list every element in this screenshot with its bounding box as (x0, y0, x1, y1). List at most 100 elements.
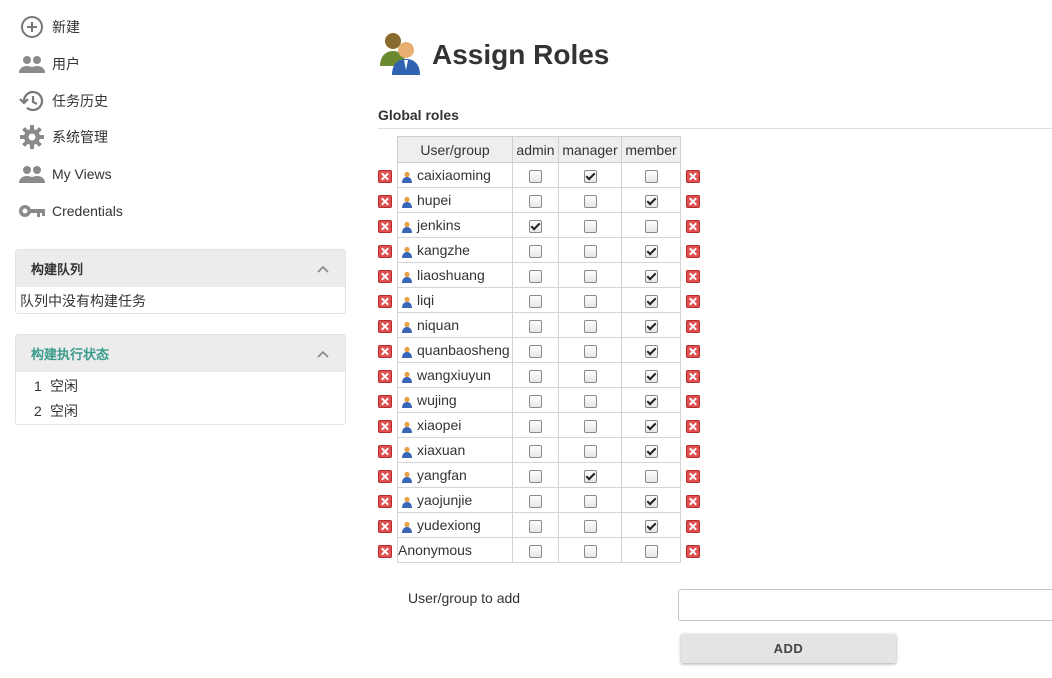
manager-checkbox[interactable] (583, 319, 597, 333)
manager-checkbox[interactable] (583, 294, 597, 308)
admin-checkbox[interactable] (529, 419, 542, 433)
member-checkbox[interactable] (644, 519, 658, 533)
admin-checkbox[interactable] (529, 394, 542, 408)
delete-icon[interactable] (686, 419, 700, 433)
delete-icon[interactable] (378, 544, 392, 558)
add-button[interactable]: ADD (681, 634, 896, 663)
roles-header-row: User/group admin manager member (378, 136, 700, 163)
delete-icon[interactable] (378, 219, 392, 233)
delete-icon[interactable] (378, 344, 392, 358)
member-checkbox[interactable] (644, 419, 658, 433)
admin-checkbox[interactable] (529, 244, 542, 258)
member-checkbox[interactable] (644, 394, 658, 408)
admin-checkbox[interactable] (529, 269, 542, 283)
admin-checkbox[interactable] (529, 469, 542, 483)
admin-checkbox[interactable] (529, 194, 542, 208)
delete-icon[interactable] (378, 294, 392, 308)
task-manage-jenkins[interactable]: 系统管理 (18, 124, 108, 150)
admin-checkbox[interactable] (529, 294, 542, 308)
admin-checkbox[interactable] (529, 369, 542, 383)
admin-checkbox[interactable] (529, 494, 542, 508)
user-icon (401, 270, 413, 284)
admin-checkbox[interactable] (529, 169, 542, 183)
chevron-up-icon[interactable] (316, 346, 330, 362)
delete-icon[interactable] (378, 269, 392, 283)
delete-icon[interactable] (686, 369, 700, 383)
delete-icon[interactable] (378, 369, 392, 383)
member-checkbox[interactable] (644, 194, 658, 208)
admin-checkbox[interactable] (529, 444, 542, 458)
manager-checkbox[interactable] (583, 244, 597, 258)
admin-checkbox[interactable] (529, 319, 542, 333)
delete-icon[interactable] (686, 544, 700, 558)
member-checkbox[interactable] (644, 544, 658, 558)
admin-checkbox[interactable] (529, 219, 542, 233)
manager-checkbox[interactable] (583, 469, 597, 483)
member-checkbox[interactable] (644, 344, 658, 358)
member-checkbox[interactable] (644, 219, 658, 233)
delete-icon[interactable] (686, 519, 700, 533)
manager-checkbox[interactable] (583, 544, 597, 558)
delete-icon[interactable] (378, 469, 392, 483)
build-queue-header[interactable]: 构建队列 (16, 250, 345, 287)
delete-icon[interactable] (378, 244, 392, 258)
manager-checkbox[interactable] (583, 344, 597, 358)
delete-icon[interactable] (378, 194, 392, 208)
delete-icon[interactable] (686, 169, 700, 183)
member-checkbox[interactable] (644, 444, 658, 458)
member-checkbox[interactable] (644, 469, 658, 483)
delete-icon[interactable] (686, 344, 700, 358)
admin-checkbox[interactable] (529, 519, 542, 533)
member-checkbox[interactable] (644, 494, 658, 508)
delete-icon[interactable] (378, 419, 392, 433)
manager-checkbox[interactable] (583, 494, 597, 508)
delete-icon[interactable] (686, 469, 700, 483)
manager-checkbox[interactable] (583, 194, 597, 208)
delete-icon[interactable] (686, 444, 700, 458)
delete-icon[interactable] (378, 519, 392, 533)
delete-icon[interactable] (378, 494, 392, 508)
page-header: Assign Roles (378, 30, 609, 79)
member-checkbox[interactable] (644, 294, 658, 308)
chevron-up-icon[interactable] (316, 261, 330, 277)
delete-icon[interactable] (686, 269, 700, 283)
manager-checkbox[interactable] (583, 269, 597, 283)
task-my-views[interactable]: My Views (18, 161, 112, 187)
member-checkbox[interactable] (644, 269, 658, 283)
delete-icon[interactable] (686, 394, 700, 408)
delete-icon[interactable] (378, 169, 392, 183)
user-group-cell: caixiaoming (397, 162, 513, 188)
delete-icon[interactable] (686, 494, 700, 508)
user-icon (401, 170, 413, 184)
key-icon (18, 198, 46, 224)
delete-icon[interactable] (686, 294, 700, 308)
executor-status-title[interactable]: 构建执行状态 (31, 344, 109, 363)
task-new[interactable]: 新建 (18, 14, 80, 40)
delete-icon[interactable] (378, 394, 392, 408)
task-build-history[interactable]: 任务历史 (18, 88, 108, 114)
manager-checkbox[interactable] (583, 444, 597, 458)
delete-icon[interactable] (378, 444, 392, 458)
manager-checkbox[interactable] (583, 519, 597, 533)
member-checkbox[interactable] (644, 244, 658, 258)
member-checkbox[interactable] (644, 169, 658, 183)
delete-icon[interactable] (686, 319, 700, 333)
user-icon (401, 395, 413, 409)
manager-checkbox[interactable] (583, 419, 597, 433)
manager-checkbox[interactable] (583, 169, 597, 183)
admin-checkbox[interactable] (529, 344, 542, 358)
delete-icon[interactable] (378, 319, 392, 333)
manager-checkbox[interactable] (583, 219, 597, 233)
task-credentials[interactable]: Credentials (18, 198, 123, 224)
member-checkbox[interactable] (644, 319, 658, 333)
add-user-input[interactable] (678, 589, 1052, 621)
task-people[interactable]: 用户 (18, 51, 80, 77)
delete-icon[interactable] (686, 194, 700, 208)
executor-status-header[interactable]: 构建执行状态 (16, 335, 345, 372)
manager-checkbox[interactable] (583, 394, 597, 408)
manager-checkbox[interactable] (583, 369, 597, 383)
member-checkbox[interactable] (644, 369, 658, 383)
admin-checkbox[interactable] (529, 544, 542, 558)
delete-icon[interactable] (686, 219, 700, 233)
delete-icon[interactable] (686, 244, 700, 258)
